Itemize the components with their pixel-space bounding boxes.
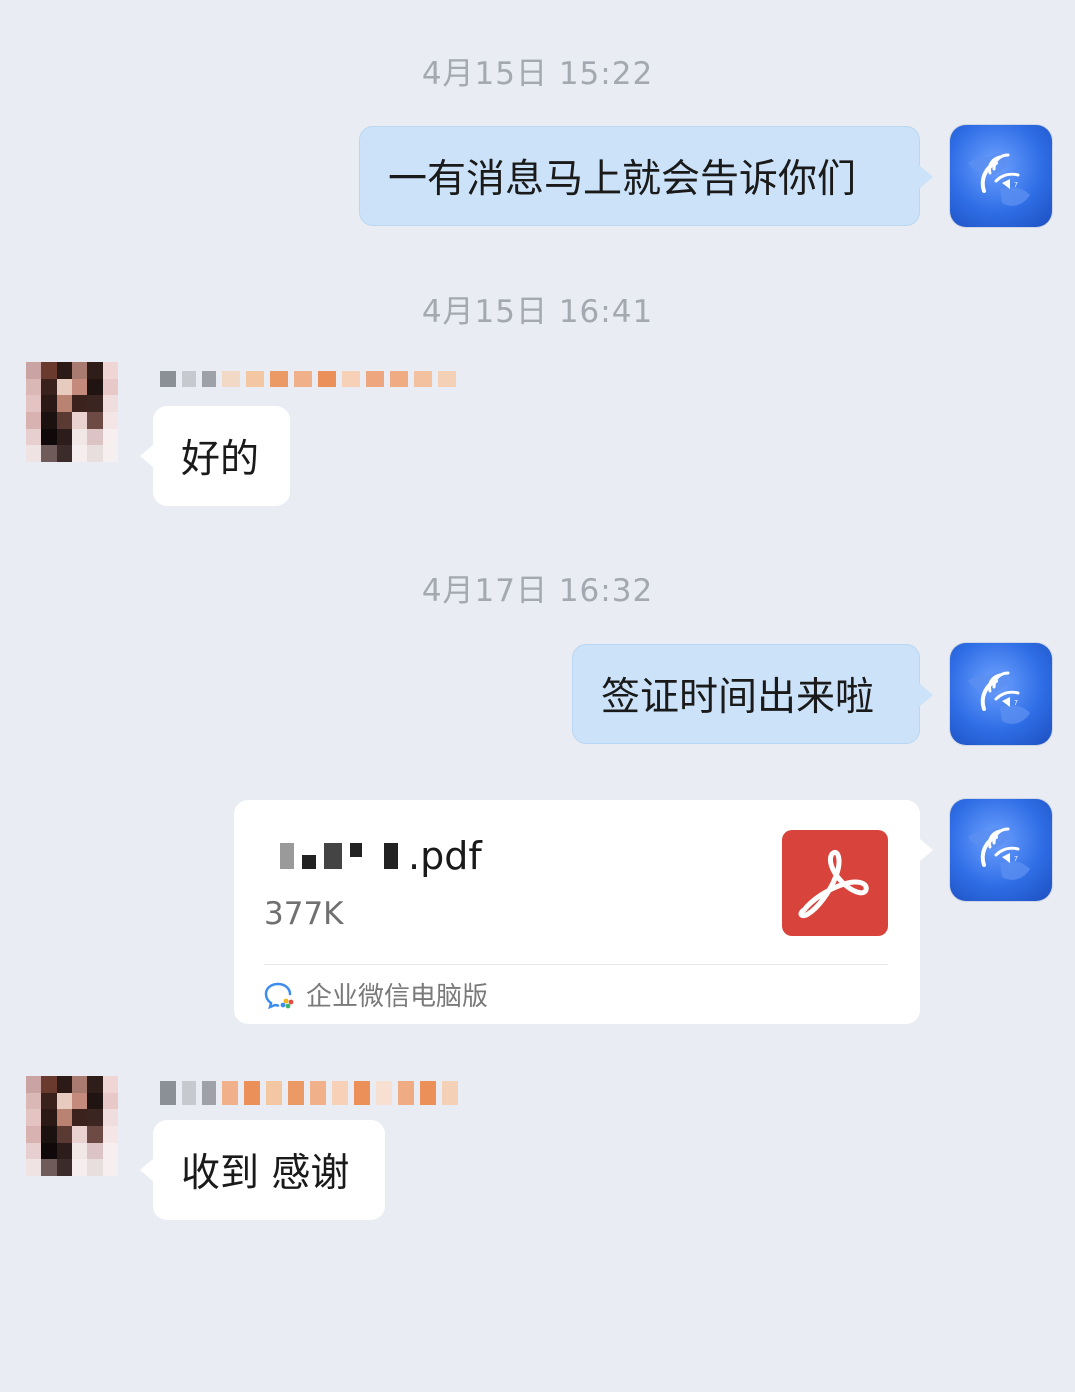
- message-bubble-outgoing[interactable]: 签证时间出来啦: [572, 644, 933, 744]
- pdf-icon: [782, 830, 888, 936]
- svg-text:7: 7: [1014, 856, 1018, 863]
- timestamp: 4月15日 16:41: [421, 294, 654, 330]
- message-text: 一有消息马上就会告诉你们: [388, 157, 857, 202]
- file-extension: .pdf: [408, 834, 482, 878]
- globe-logo-icon: 7: [968, 671, 1030, 724]
- sender-name-redacted: [160, 368, 456, 390]
- file-message-card[interactable]: .pdf 377K 企业微信电脑版: [234, 800, 933, 1024]
- message-text: 收到 感谢: [181, 1151, 350, 1196]
- globe-logo-icon: 7: [968, 153, 1030, 206]
- message-bubble-outgoing[interactable]: 一有消息马上就会告诉你们: [359, 126, 933, 226]
- file-source: 企业微信电脑版: [264, 976, 488, 1013]
- message-text: 签证时间出来啦: [601, 675, 875, 720]
- message-text: 好的: [181, 437, 260, 482]
- message-bubble-incoming[interactable]: 收到 感谢: [140, 1120, 385, 1220]
- contact-avatar[interactable]: [26, 1076, 118, 1176]
- timestamp: 4月17日 16:32: [421, 573, 654, 609]
- file-size: 377K: [264, 896, 344, 932]
- my-avatar[interactable]: 7: [950, 125, 1052, 227]
- my-avatar[interactable]: 7: [950, 643, 1052, 745]
- globe-logo-icon: 7: [968, 827, 1030, 880]
- svg-text:7: 7: [1014, 700, 1018, 707]
- contact-avatar[interactable]: [26, 362, 118, 462]
- file-name: .pdf: [280, 834, 482, 878]
- sender-name-redacted: [160, 1080, 458, 1106]
- svg-text:7: 7: [1014, 182, 1018, 189]
- file-source-label: 企业微信电脑版: [306, 982, 489, 1012]
- wecom-icon: [264, 982, 294, 1009]
- timestamp: 4月15日 15:22: [421, 56, 654, 92]
- file-name-redacted: [280, 843, 398, 869]
- message-bubble-incoming[interactable]: 好的: [140, 406, 290, 506]
- card-divider: [264, 964, 888, 965]
- my-avatar[interactable]: 7: [950, 799, 1052, 901]
